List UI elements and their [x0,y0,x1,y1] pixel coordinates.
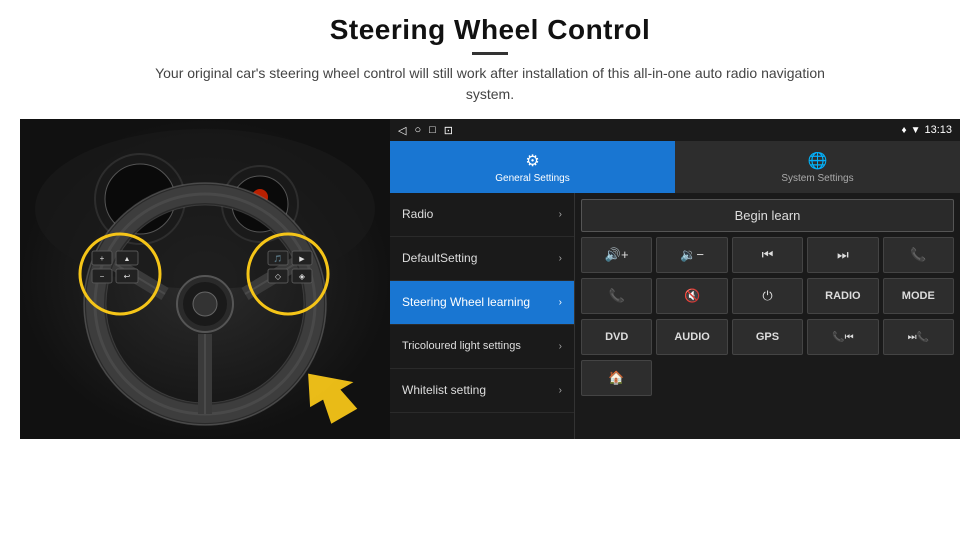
radio-label: RADIO [825,290,860,302]
menu-list: Radio › DefaultSetting › Steering Wheel … [390,193,575,439]
next-track-btn[interactable]: ⏭ [807,237,878,273]
svg-text:↩: ↩ [124,272,131,281]
svg-text:▲: ▲ [124,256,131,263]
location-icon: ♦ [901,125,906,136]
svg-text:▶: ▶ [299,256,305,263]
radio-btn[interactable]: RADIO [807,278,878,314]
mute-btn[interactable]: 🔇 [656,278,727,314]
phone-next-btn[interactable]: ⏭📞 [883,319,954,355]
menu-item-radio-label: Radio [402,207,433,221]
begin-learn-button[interactable]: Begin learn [581,199,954,232]
recents-icon[interactable]: □ [429,124,436,136]
home-nav-icon: 🏠 [608,370,624,386]
next-track-icon: ⏭ [837,247,849,263]
status-bar: ◁ ○ □ ⊡ ♦ ▼ 13:13 [390,119,960,141]
main-content: Radio › DefaultSetting › Steering Wheel … [390,193,960,439]
svg-text:+: + [100,254,105,263]
controls-row-2: 📞 🔇 ⏻ RADIO MODE [581,278,954,314]
power-icon: ⏻ [762,288,772,304]
svg-text:◇: ◇ [275,272,282,281]
phone-prev-icon: 📞⏮ [832,332,853,343]
status-bar-right: ♦ ▼ 13:13 [901,124,952,136]
home-icon[interactable]: ○ [414,124,421,136]
menu-item-steering-label: Steering Wheel learning [402,295,530,309]
svg-text:🎵: 🎵 [274,254,283,263]
menu-icon[interactable]: ⊡ [444,124,453,137]
title-divider [472,52,508,55]
controls-row-1: 🔊+ 🔉− ⏮ ⏭ 📞 [581,237,954,273]
menu-item-default-label: DefaultSetting [402,251,477,265]
call-btn[interactable]: 📞 [883,237,954,273]
header-section: Steering Wheel Control Your original car… [0,0,980,113]
prev-track-btn[interactable]: ⏮ [732,237,803,273]
mode-btn[interactable]: MODE [883,278,954,314]
chevron-icon: › [559,385,562,396]
gps-btn[interactable]: GPS [732,319,803,355]
gps-label: GPS [756,331,779,343]
power-btn[interactable]: ⏻ [732,278,803,314]
begin-learn-row: Begin learn [581,199,954,232]
hang-up-btn[interactable]: 📞 [581,278,652,314]
menu-item-tricolour-label: Tricoloured light settings [402,340,521,353]
menu-item-tricolour[interactable]: Tricoloured light settings › [390,325,574,369]
chevron-icon: › [559,341,562,352]
status-bar-left: ◁ ○ □ ⊡ [398,124,453,137]
content-section: + − ▲ ↩ 🎵 ◇ ▶ ◈ [0,113,980,545]
phone-next-icon: ⏭📞 [908,332,929,343]
mute-icon: 🔇 [684,288,700,304]
subtitle: Your original car's steering wheel contr… [150,63,830,105]
chevron-icon: › [559,297,562,308]
tab-system-label: System Settings [781,173,853,184]
controls-row-3: DVD AUDIO GPS 📞⏮ ⏭📞 [581,319,954,355]
vol-up-btn[interactable]: 🔊+ [581,237,652,273]
phone-icon: 📞 [910,247,926,263]
page-container: Steering Wheel Control Your original car… [0,0,980,545]
steering-wheel-area: + − ▲ ↩ 🎵 ◇ ▶ ◈ [20,119,390,439]
tab-general[interactable]: ⚙ General Settings [390,141,675,193]
menu-item-whitelist-label: Whitelist setting [402,383,486,397]
tabs-bar: ⚙ General Settings 🌐 System Settings [390,141,960,193]
dvd-btn[interactable]: DVD [581,319,652,355]
prev-track-icon: ⏮ [762,247,774,263]
system-icon: 🌐 [808,151,828,171]
vol-down-icon: 🔉− [680,247,704,263]
menu-item-default[interactable]: DefaultSetting › [390,237,574,281]
svg-text:◈: ◈ [299,272,306,281]
home-nav-btn[interactable]: 🏠 [581,360,652,396]
menu-item-steering[interactable]: Steering Wheel learning › [390,281,574,325]
back-icon[interactable]: ◁ [398,124,406,137]
controls-panel: Begin learn 🔊+ 🔉− ⏮ [575,193,960,439]
controls-row-4: 🏠 [581,360,954,396]
mode-label: MODE [902,290,935,302]
clock: 13:13 [924,124,952,136]
svg-text:−: − [100,272,105,281]
menu-item-radio[interactable]: Radio › [390,193,574,237]
android-ui: ◁ ○ □ ⊡ ♦ ▼ 13:13 ⚙ General Settings [390,119,960,439]
audio-btn[interactable]: AUDIO [656,319,727,355]
chevron-icon: › [559,209,562,220]
wifi-icon: ▼ [911,125,921,136]
tab-system[interactable]: 🌐 System Settings [675,141,960,193]
hang-up-icon: 📞 [609,288,625,304]
chevron-icon: › [559,253,562,264]
menu-item-whitelist[interactable]: Whitelist setting › [390,369,574,413]
settings-gear-icon: ⚙ [525,151,539,171]
page-title: Steering Wheel Control [20,14,960,46]
vol-up-icon: 🔊+ [605,247,629,263]
audio-label: AUDIO [674,331,709,343]
tab-general-label: General Settings [495,173,570,184]
phone-prev-btn[interactable]: 📞⏮ [807,319,878,355]
dvd-label: DVD [605,331,628,343]
vol-down-btn[interactable]: 🔉− [656,237,727,273]
